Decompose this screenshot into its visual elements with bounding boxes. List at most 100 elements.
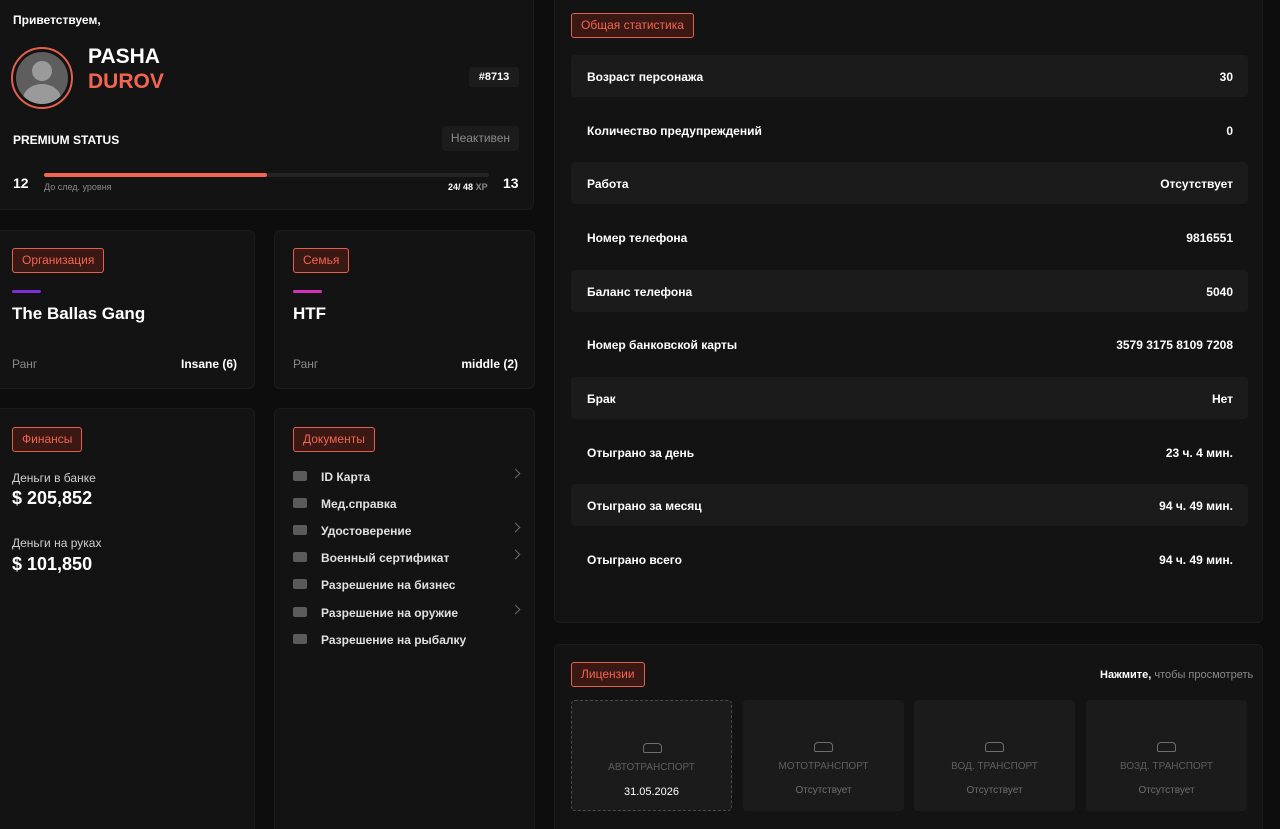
document-id-card[interactable]: ID Карта <box>293 467 521 487</box>
xp-unit: XP <box>475 182 488 192</box>
organization-rank-value: Insane (6) <box>180 357 237 371</box>
stat-key: Возраст персонажа <box>587 70 704 84</box>
medical-icon <box>293 498 307 508</box>
documents-tag: Документы <box>293 427 375 452</box>
avatar-icon <box>16 52 68 104</box>
premium-status-label: PREMIUM STATUS <box>13 133 120 147</box>
stat-row: Работа Отсутствует <box>571 162 1248 204</box>
stat-key: Брак <box>587 392 616 406</box>
document-label: Разрешение на рыбалку <box>321 633 467 647</box>
stat-row: Отыграно за день 23 ч. 4 мин. <box>571 431 1248 473</box>
document-label: ID Карта <box>321 470 371 484</box>
premium-status-badge[interactable]: Неактивен <box>442 126 519 151</box>
document-label: Разрешение на оружие <box>321 606 459 620</box>
stat-value: Отсутствует <box>1160 177 1233 191</box>
briefcase-icon <box>293 579 307 589</box>
motorcycle-icon <box>814 742 833 752</box>
family-rank-value: middle (2) <box>461 357 518 371</box>
license-card-car[interactable]: АВТОТРАНСПОРТ 31.05.2026 <box>571 700 732 811</box>
last-name: DUROV <box>88 70 164 93</box>
next-level: 13 <box>503 175 519 191</box>
chevron-right-icon <box>510 549 521 560</box>
license-card-motorcycle[interactable]: МОТОТРАНСПОРТ Отсутствует <box>743 700 904 811</box>
document-certificate[interactable]: Удостоверение <box>293 521 521 541</box>
document-weapon-permit[interactable]: Разрешение на оружие <box>293 603 521 623</box>
organization-name: The Ballas Gang <box>12 304 146 323</box>
stat-value: 9816551 <box>1186 231 1233 245</box>
xp-progress-bar <box>44 173 489 177</box>
bank-money-label: Деньги в банке <box>12 471 96 485</box>
stat-key: Отыграно всего <box>587 553 682 567</box>
car-icon <box>643 743 662 753</box>
military-icon <box>293 552 307 562</box>
license-card-helicopter[interactable]: ВОЗД. ТРАНСПОРТ Отсутствует <box>1086 700 1247 811</box>
stat-row: Отыграно за месяц 94 ч. 49 мин. <box>571 484 1248 526</box>
xp-progress-fill <box>44 173 267 177</box>
stat-value: 94 ч. 49 мин. <box>1159 553 1233 567</box>
stat-value: 3579 3175 8109 7208 <box>1116 338 1233 352</box>
document-label: Удостоверение <box>321 524 412 538</box>
document-label: Мед.справка <box>321 497 397 511</box>
document-label: Разрешение на бизнес <box>321 578 456 592</box>
stats-tag: Общая статистика <box>571 13 694 38</box>
stat-row: Баланс телефона 5040 <box>571 270 1248 312</box>
license-title: ВОЗД. ТРАНСПОРТ <box>1119 761 1213 772</box>
id-card-icon <box>293 471 307 481</box>
stat-value: 23 ч. 4 мин. <box>1165 446 1233 460</box>
license-status: Отсутствует <box>795 785 852 796</box>
family-panel: Семья HTF Ранг middle (2) <box>274 230 535 389</box>
license-status: Отсутствует <box>1138 785 1195 796</box>
license-title: ВОД. ТРАНСПОРТ <box>951 761 1038 772</box>
gun-icon <box>293 607 307 617</box>
document-military[interactable]: Военный сертификат <box>293 548 521 568</box>
xp-text: 24/ 48 XP <box>448 182 488 192</box>
boat-icon <box>985 742 1004 752</box>
stat-value: Нет <box>1211 392 1233 406</box>
cash-money-label: Деньги на руках <box>12 536 102 550</box>
stat-value: 0 <box>1226 124 1233 138</box>
stats-panel: Общая статистика Возраст персонажа 30 Кол… <box>554 0 1263 623</box>
profile-panel: Приветствуем, PASHA DUROV #8713 PREMIUM … <box>0 0 534 210</box>
finance-panel: Финансы Деньги в банке $ 205,852 Деньги … <box>0 408 255 829</box>
chevron-right-icon <box>510 522 521 533</box>
bank-money-value: $ 205,852 <box>12 488 93 508</box>
document-fishing-permit[interactable]: Разрешение на рыбалку <box>293 630 519 650</box>
cash-money-value: $ 101,850 <box>12 554 93 574</box>
organization-color-stripe <box>12 290 41 293</box>
document-medical[interactable]: Мед.справка <box>293 494 519 514</box>
stat-value: 94 ч. 49 мин. <box>1159 499 1233 513</box>
stat-row: Возраст персонажа 30 <box>571 55 1248 97</box>
finance-tag: Финансы <box>12 427 83 452</box>
badge-icon <box>293 525 307 535</box>
stat-key: Номер телефона <box>587 231 688 245</box>
stat-row: Номер банковской карты 3579 3175 8109 720… <box>571 323 1248 365</box>
licenses-hint: Нажмите, чтобы просмотреть <box>1100 669 1253 681</box>
stat-key: Отыграно за день <box>587 446 695 460</box>
licenses-hint-rest: чтобы просмотреть <box>1154 669 1254 681</box>
licenses-tag: Лицензии <box>571 662 645 687</box>
license-card-boat[interactable]: ВОД. ТРАНСПОРТ Отсутствует <box>914 700 1075 811</box>
document-business-permit[interactable]: Разрешение на бизнес <box>293 575 519 595</box>
licenses-hint-bold: Нажмите, <box>1100 669 1152 681</box>
greeting: Приветствуем, <box>13 13 101 27</box>
stat-key: Баланс телефона <box>587 285 693 299</box>
stat-key: Отыграно за месяц <box>587 499 702 513</box>
family-color-stripe <box>293 290 322 293</box>
licenses-panel: Лицензии Нажмите, чтобы просмотреть АВТО… <box>554 644 1263 829</box>
documents-panel: Документы ID Карта Мед.справка Удостовер… <box>274 408 535 829</box>
stat-row: Брак Нет <box>571 377 1248 419</box>
stat-value: 30 <box>1219 70 1233 84</box>
stat-key: Работа <box>587 177 629 191</box>
helicopter-icon <box>1157 742 1176 752</box>
family-rank-label: Ранг <box>293 357 319 371</box>
xp-total: 48 <box>463 182 474 192</box>
stat-key: Количество предупреждений <box>587 124 762 138</box>
family-name: HTF <box>293 304 327 323</box>
stat-key: Номер банковской карты <box>587 338 738 352</box>
xp-current: 24 <box>448 182 459 192</box>
avatar[interactable] <box>11 47 73 109</box>
xp-caption: До след. уровня <box>44 182 112 192</box>
document-label: Военный сертификат <box>321 551 450 565</box>
license-status: 31.05.2026 <box>623 786 680 798</box>
license-title: МОТОТРАНСПОРТ <box>778 761 869 772</box>
